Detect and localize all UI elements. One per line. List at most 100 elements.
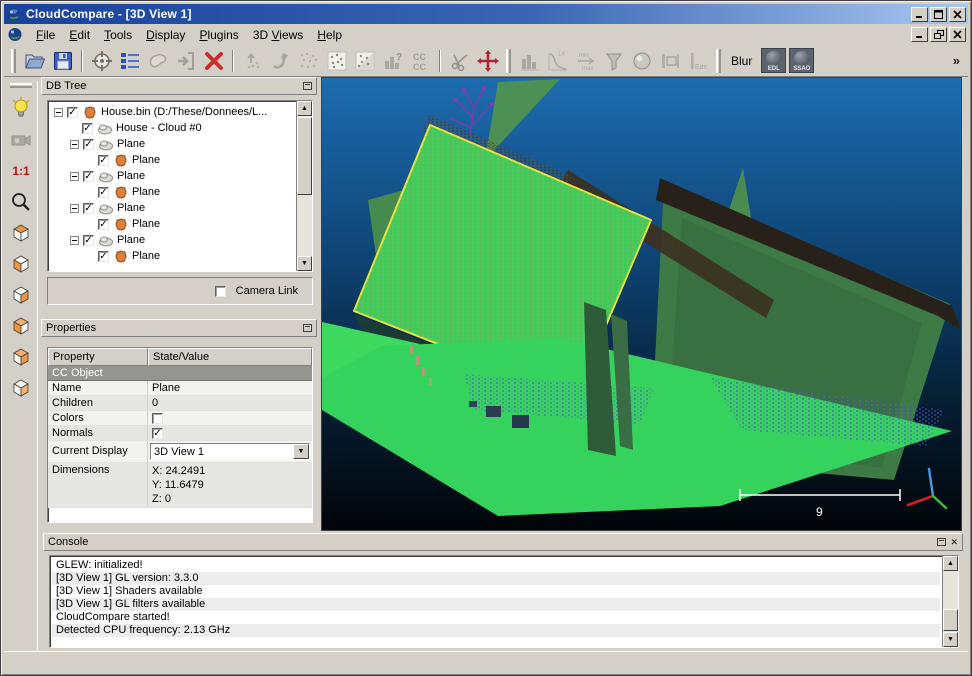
collapse-icon[interactable] <box>70 204 79 213</box>
scroll-down-button[interactable]: ▼ <box>297 256 312 271</box>
sphere-icon[interactable] <box>629 48 654 73</box>
view-top-cube-button[interactable] <box>8 220 34 246</box>
tree-node-plane-3[interactable]: ✓ Plane <box>52 200 312 216</box>
tree-node-plane-2-child[interactable]: ✓ Plane <box>52 184 312 200</box>
scroll-down-button[interactable]: ▼ <box>943 632 958 647</box>
scissors-segment-icon[interactable] <box>447 48 472 73</box>
clipping-box-icon[interactable] <box>657 48 682 73</box>
scroll-thumb[interactable] <box>943 609 958 631</box>
close-button[interactable] <box>949 7 966 22</box>
visibility-checkbox[interactable]: ✓ <box>98 219 109 230</box>
visibility-checkbox[interactable]: ✓ <box>83 235 94 246</box>
db-tree-header[interactable]: DB Tree <box>41 77 317 95</box>
scroll-thumb[interactable] <box>297 117 312 195</box>
3d-view[interactable]: 9 <box>321 77 962 531</box>
octree-dots-icon[interactable] <box>352 48 377 73</box>
title-bar[interactable]: CloudCompare - [3D View 1] <box>4 4 968 24</box>
float-panel-icon[interactable] <box>303 82 312 90</box>
toolbar-overflow-button[interactable]: » <box>949 53 964 68</box>
console-scrollbar[interactable]: ▲ ▼ <box>942 556 958 647</box>
light-bulb-icon[interactable] <box>8 96 34 122</box>
float-panel-icon[interactable] <box>937 538 946 546</box>
toolbar-grip[interactable] <box>716 49 721 73</box>
subsample-dots-icon[interactable] <box>296 48 321 73</box>
tree-node-plane-3-child[interactable]: ✓ Plane <box>52 216 312 232</box>
histogram-question-icon[interactable]: ? <box>380 48 405 73</box>
edl-shader-button[interactable]: EDL <box>761 48 786 73</box>
save-button[interactable] <box>50 48 75 73</box>
delete-button[interactable] <box>201 48 226 73</box>
visibility-checkbox[interactable]: ✓ <box>67 107 78 118</box>
global-zoom-icon[interactable] <box>8 189 34 215</box>
tree-node-house-bin[interactable]: ✓ House.bin (D:/These/Donnees/L... <box>52 104 312 120</box>
column-state-value[interactable]: State/Value <box>148 348 312 366</box>
colors-checkbox[interactable] <box>152 413 163 424</box>
console-log[interactable]: GLEW: initialized! [3D View 1] GL versio… <box>49 555 959 648</box>
visibility-checkbox[interactable]: ✓ <box>82 123 93 134</box>
tree-node-house-cloud[interactable]: ✓ House - Cloud #0 <box>52 120 312 136</box>
pivot-rotation-button[interactable] <box>89 48 114 73</box>
console-header[interactable]: Console ✕ <box>43 533 963 551</box>
visibility-checkbox[interactable]: ✓ <box>83 203 94 214</box>
menu-item-display[interactable]: Display <box>139 26 192 44</box>
menu-item-help[interactable]: Help <box>310 26 349 44</box>
view-left-cube-button[interactable] <box>8 282 34 308</box>
collapse-icon[interactable] <box>70 140 79 149</box>
normals-checkbox[interactable]: ✓ <box>152 428 163 439</box>
ssao-shader-button[interactable]: SSAO <box>789 48 814 73</box>
sample-tool-icon[interactable] <box>268 48 293 73</box>
visibility-checkbox[interactable]: ✓ <box>98 155 109 166</box>
mdi-minimize-button[interactable] <box>911 27 928 42</box>
menu-item-3d-views[interactable]: 3D Views <box>246 26 311 44</box>
menu-item-tools[interactable]: Tools <box>97 26 139 44</box>
view-back-cube-button[interactable] <box>8 313 34 339</box>
minmax-range-icon[interactable]: minmax <box>573 48 598 73</box>
translate-rotate-button[interactable] <box>475 48 500 73</box>
collapse-icon[interactable] <box>70 172 79 181</box>
column-property[interactable]: Property <box>48 348 148 366</box>
point-cloud-up-icon[interactable] <box>240 48 265 73</box>
camera-link-checkbox[interactable] <box>215 286 226 297</box>
view-right-cube-button[interactable] <box>8 344 34 370</box>
apply-transformation-icon[interactable] <box>173 48 198 73</box>
mdi-close-button[interactable] <box>949 27 966 42</box>
funnel-filter-icon[interactable] <box>601 48 626 73</box>
tree-node-plane-4-child[interactable]: ✓ Plane <box>52 248 312 264</box>
tree-scrollbar[interactable]: ▲ ▼ <box>296 101 312 271</box>
toolbar-grip[interactable] <box>506 49 511 73</box>
edit-icon[interactable]: Edit <box>685 48 710 73</box>
maximize-button[interactable] <box>930 7 947 22</box>
menu-item-file[interactable]: File <box>29 26 62 44</box>
visibility-checkbox[interactable]: ✓ <box>83 171 94 182</box>
current-display-dropdown[interactable]: 3D View 1 ▼ <box>150 443 310 460</box>
view-front-cube-button[interactable] <box>8 251 34 277</box>
collapse-icon[interactable] <box>70 236 79 245</box>
polyline-edit-icon[interactable] <box>145 48 170 73</box>
camera-icon[interactable] <box>8 127 34 153</box>
segment-dots-icon[interactable] <box>324 48 349 73</box>
tree-node-plane-1-child[interactable]: ✓ Plane <box>52 152 312 168</box>
histogram-icon[interactable] <box>517 48 542 73</box>
menu-item-plugins[interactable]: Plugins <box>192 26 245 44</box>
tree-node-plane-2[interactable]: ✓ Plane <box>52 168 312 184</box>
scroll-up-button[interactable]: ▲ <box>943 556 958 571</box>
visibility-checkbox[interactable]: ✓ <box>98 187 109 198</box>
tree-node-plane-4[interactable]: ✓ Plane <box>52 232 312 248</box>
scroll-up-button[interactable]: ▲ <box>297 101 312 116</box>
open-button[interactable] <box>22 48 47 73</box>
collapse-icon[interactable] <box>54 108 63 117</box>
db-tree-list[interactable]: ✓ House.bin (D:/These/Donnees/L... ✓ Hou… <box>47 100 313 272</box>
mdi-child-icon[interactable] <box>7 27 23 42</box>
minimize-button[interactable] <box>911 7 928 22</box>
view-bottom-cube-button[interactable] <box>8 375 34 401</box>
cloud-cloud-distance-icon[interactable]: CCCC <box>408 48 433 73</box>
float-panel-icon[interactable] <box>303 324 312 332</box>
toolbar-grip[interactable] <box>11 49 16 73</box>
zoom-1-1-button[interactable]: 1:1 <box>8 158 34 184</box>
properties-list-button[interactable] <box>117 48 142 73</box>
toolbar-grip[interactable] <box>10 83 32 88</box>
filter-curve-icon[interactable]: 1/f <box>545 48 570 73</box>
properties-header[interactable]: Properties <box>41 319 317 337</box>
tree-node-plane-1[interactable]: ✓ Plane <box>52 136 312 152</box>
visibility-checkbox[interactable]: ✓ <box>98 251 109 262</box>
